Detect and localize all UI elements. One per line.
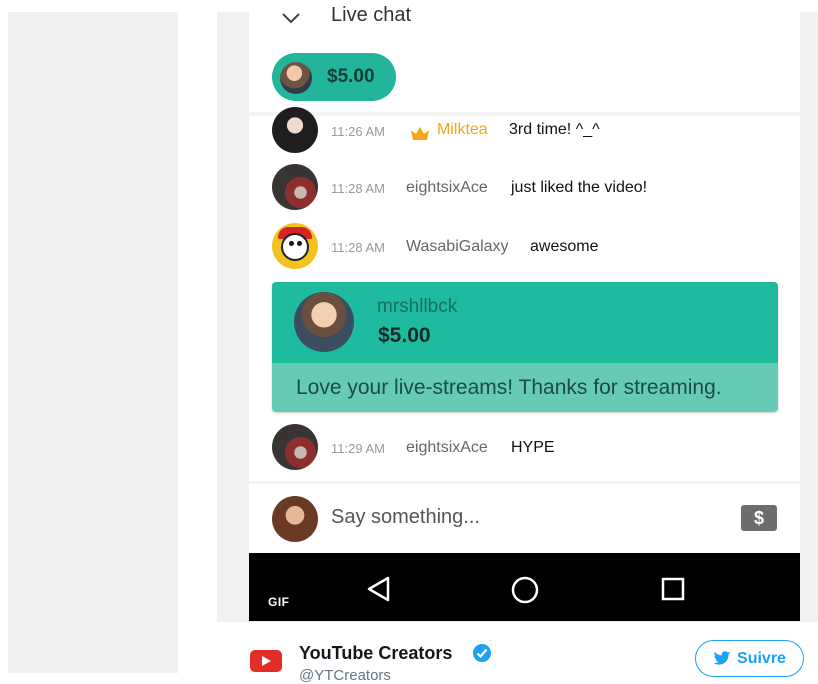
message-time: 11:29 AM <box>331 441 385 456</box>
message-text: awesome <box>530 238 599 255</box>
account-name[interactable]: YouTube Creators <box>299 643 452 664</box>
youtube-logo-icon[interactable] <box>250 650 282 672</box>
message-time: 11:26 AM <box>331 124 385 139</box>
avatar <box>272 496 318 542</box>
crown-icon <box>411 127 429 140</box>
chat-input[interactable] <box>331 506 711 529</box>
recents-icon[interactable] <box>660 576 686 602</box>
live-chat-title: Live chat <box>331 4 412 26</box>
chevron-down-icon[interactable] <box>280 10 302 26</box>
avatar[interactable] <box>272 107 318 153</box>
follow-label: Suivre <box>737 649 786 667</box>
gif-badge: GIF <box>268 595 290 609</box>
message-text: just liked the video! <box>511 179 648 196</box>
superchat-amount: $5.00 <box>378 324 431 347</box>
avatar <box>280 62 312 94</box>
message-author[interactable]: Milktea <box>437 121 488 139</box>
account-handle[interactable]: @YTCreators <box>299 667 391 684</box>
message-time: 11:28 AM <box>331 181 385 196</box>
twitter-bird-icon <box>713 650 731 665</box>
superchat-card[interactable]: mrshllbck $5.00 Love your live-streams! … <box>272 282 778 412</box>
message-text: HYPE <box>511 439 555 456</box>
avatar-eye <box>297 241 302 246</box>
verified-badge-icon <box>473 644 491 662</box>
back-icon[interactable] <box>366 575 392 603</box>
superchat-body: Love your live-streams! Thanks for strea… <box>272 363 778 412</box>
avatar[interactable] <box>272 424 318 470</box>
superchat-author: mrshllbck <box>377 296 458 317</box>
message-author[interactable]: eightsixAce <box>406 179 488 197</box>
avatar <box>294 292 354 352</box>
pinned-superchat-pill[interactable]: $5.00 <box>272 53 396 101</box>
message-author[interactable]: WasabiGalaxy <box>406 238 509 256</box>
avatar-eye <box>289 241 294 246</box>
superchat-message: Love your live-streams! Thanks for strea… <box>296 376 722 399</box>
follow-button[interactable]: Suivre <box>695 640 804 677</box>
avatar-face <box>281 233 309 261</box>
home-icon[interactable] <box>510 575 540 605</box>
avatar[interactable] <box>272 164 318 210</box>
message-text: 3rd time! ^_^ <box>509 121 600 138</box>
message-time: 11:28 AM <box>331 240 385 255</box>
pill-amount: $5.00 <box>327 66 375 87</box>
dollar-icon[interactable]: $ <box>741 505 777 531</box>
left-margin-panel <box>8 12 178 673</box>
message-author[interactable]: eightsixAce <box>406 439 488 457</box>
superchat-header: mrshllbck $5.00 <box>272 282 778 363</box>
avatar[interactable] <box>272 223 318 269</box>
